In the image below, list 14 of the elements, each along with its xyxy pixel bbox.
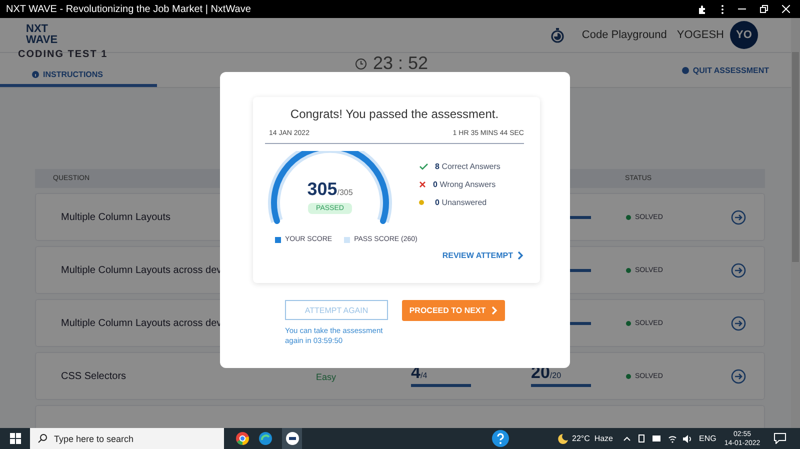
user-name: YOGESH — [676, 29, 724, 41]
difficulty-label: Easy — [316, 372, 336, 382]
question-name: CSS Selectors — [61, 370, 128, 382]
logo-text: WAVE — [26, 35, 59, 46]
test-title: CODING TEST 1 — [18, 49, 109, 62]
stat-text: 0 Wrong Answers — [433, 180, 496, 189]
dialog-title: Congrats! You passed the assessment. — [289, 107, 500, 121]
stat-text: 8 Correct Answers — [435, 162, 500, 171]
question-name: Multiple Column Layouts — [61, 212, 172, 222]
browser-title: NXT WAVE - Revolutionizing the Job Market | NxtWave — [6, 4, 252, 14]
score-value: 305/305 — [307, 179, 353, 200]
logo-text: NXT — [26, 24, 49, 35]
stat-text: 0 Unanswered — [435, 198, 487, 207]
timer-text: 23 : 52 — [373, 53, 428, 74]
